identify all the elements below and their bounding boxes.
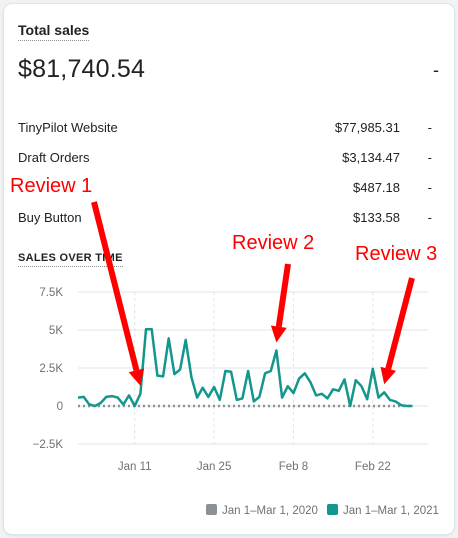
review-arrow-shaft [275, 263, 291, 328]
x-axis-ticks: Jan 11 Jan 25 Feb 8 Feb 22 [118, 461, 391, 473]
chart-grid [78, 291, 428, 445]
y-tick-label: −2.5K [33, 439, 64, 451]
sales-over-time-chart: 7.5K 5K 2.5K 0 −2.5K Jan 11 Jan 25 Feb 8 Feb 22… [10, 175, 439, 517]
y-tick-label: 7.5K [39, 287, 63, 299]
chart-legend[interactable]: Jan 1–Mar 1, 2020 Jan 1–Mar 1, 2021 [206, 504, 439, 517]
y-axis-ticks: 7.5K 5K 2.5K 0 −2.5K [33, 287, 64, 451]
legend-swatch [206, 504, 217, 515]
x-tick-label: Jan 11 [118, 461, 152, 473]
legend-label: Jan 1–Mar 1, 2021 [343, 505, 439, 517]
review-label: Review 2 [232, 232, 314, 254]
y-tick-label: 2.5K [39, 363, 63, 375]
legend-swatch [327, 504, 338, 515]
y-tick-label: 0 [57, 401, 63, 413]
review-label: Review 1 [10, 175, 92, 197]
review-arrow-head [270, 325, 287, 343]
review-arrow-shaft [91, 201, 140, 372]
x-tick-label: Feb 8 [279, 461, 308, 473]
review-arrow-head [380, 366, 396, 385]
x-tick-label: Feb 22 [355, 461, 391, 473]
x-tick-label: Jan 25 [197, 461, 232, 473]
y-tick-label: 5K [49, 325, 63, 337]
legend-label: Jan 1–Mar 1, 2020 [222, 505, 318, 517]
review-label: Review 3 [355, 243, 437, 265]
